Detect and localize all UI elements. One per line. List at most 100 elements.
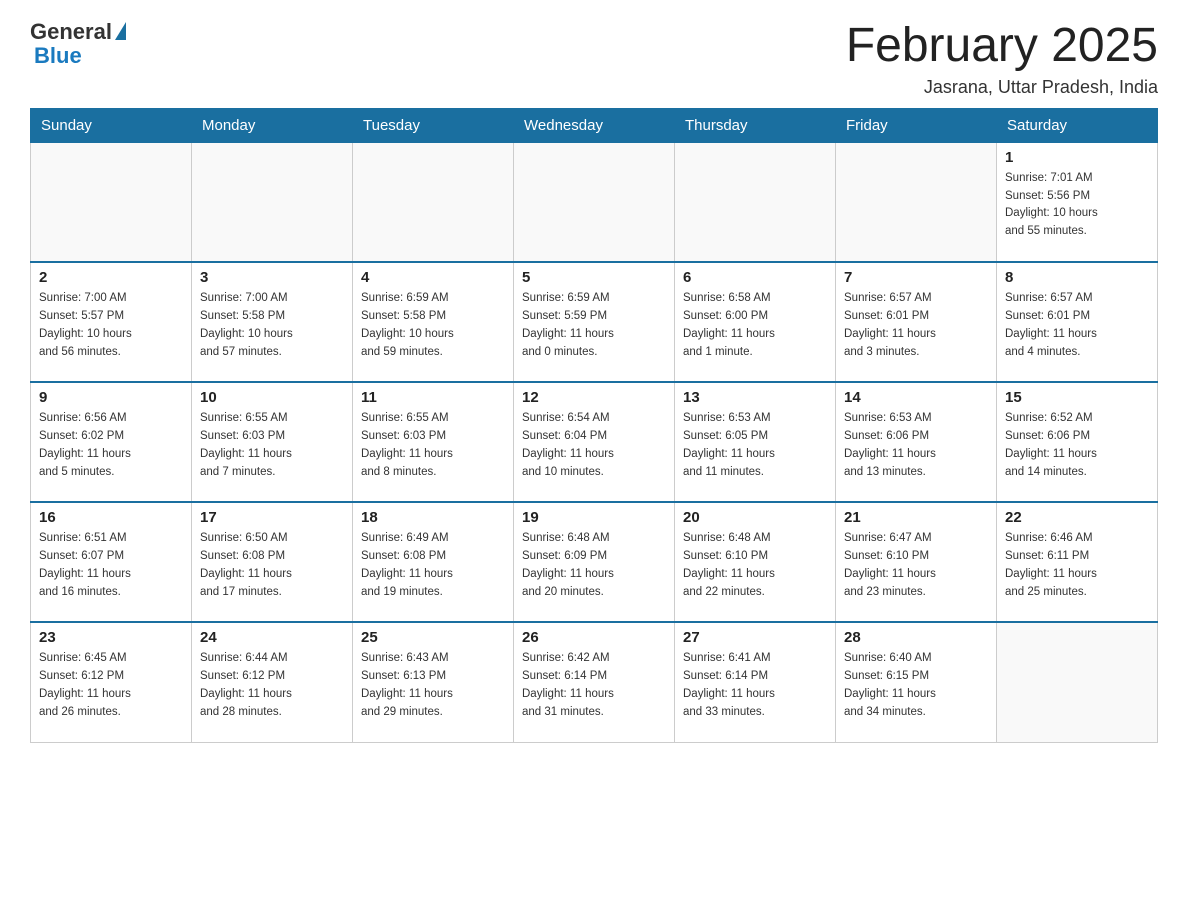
day-number: 25 — [361, 629, 505, 646]
day-number: 4 — [361, 269, 505, 286]
day-number: 27 — [683, 629, 827, 646]
calendar-cell: 22 Sunrise: 6:46 AMSunset: 6:11 PMDayligh… — [997, 502, 1158, 622]
day-info: Sunrise: 6:42 AMSunset: 6:14 PMDaylight:… — [522, 650, 666, 721]
day-number: 9 — [39, 389, 183, 406]
calendar-cell: 11 Sunrise: 6:55 AMSunset: 6:03 PMDayligh… — [353, 382, 514, 502]
day-number: 6 — [683, 269, 827, 286]
day-info: Sunrise: 6:56 AMSunset: 6:02 PMDaylight:… — [39, 410, 183, 481]
logo-general-text: General — [30, 20, 112, 44]
day-info: Sunrise: 6:46 AMSunset: 6:11 PMDaylight:… — [1005, 530, 1149, 601]
calendar-cell: 23 Sunrise: 6:45 AMSunset: 6:12 PMDayligh… — [31, 622, 192, 742]
day-number: 17 — [200, 509, 344, 526]
calendar-cell: 1Sunrise: 7:01 AMSunset: 5:56 PMDaylight… — [997, 142, 1158, 262]
day-number: 18 — [361, 509, 505, 526]
day-info: Sunrise: 6:40 AMSunset: 6:15 PMDaylight:… — [844, 650, 988, 721]
day-info: Sunrise: 6:41 AMSunset: 6:14 PMDaylight:… — [683, 650, 827, 721]
day-info: Sunrise: 6:43 AMSunset: 6:13 PMDaylight:… — [361, 650, 505, 721]
day-info: Sunrise: 7:00 AMSunset: 5:58 PMDaylight:… — [200, 290, 344, 361]
calendar-cell: 7 Sunrise: 6:57 AMSunset: 6:01 PMDaylight… — [836, 262, 997, 382]
day-number: 8 — [1005, 269, 1149, 286]
day-info: Sunrise: 6:55 AMSunset: 6:03 PMDaylight:… — [361, 410, 505, 481]
day-info: Sunrise: 6:59 AMSunset: 5:59 PMDaylight:… — [522, 290, 666, 361]
calendar-cell: 27 Sunrise: 6:41 AMSunset: 6:14 PMDayligh… — [675, 622, 836, 742]
calendar-cell: 24 Sunrise: 6:44 AMSunset: 6:12 PMDayligh… — [192, 622, 353, 742]
calendar-cell: 3 Sunrise: 7:00 AMSunset: 5:58 PMDaylight… — [192, 262, 353, 382]
calendar-cell: 28Sunrise: 6:40 AMSunset: 6:15 PMDayligh… — [836, 622, 997, 742]
calendar-cell: 4 Sunrise: 6:59 AMSunset: 5:58 PMDaylight… — [353, 262, 514, 382]
calendar-cell: 9 Sunrise: 6:56 AMSunset: 6:02 PMDaylight… — [31, 382, 192, 502]
day-info: Sunrise: 6:58 AMSunset: 6:00 PMDaylight:… — [683, 290, 827, 361]
day-number: 26 — [522, 629, 666, 646]
day-number: 10 — [200, 389, 344, 406]
day-info: Sunrise: 6:49 AMSunset: 6:08 PMDaylight:… — [361, 530, 505, 601]
calendar-cell — [836, 142, 997, 262]
day-number: 19 — [522, 509, 666, 526]
day-info: Sunrise: 7:00 AMSunset: 5:57 PMDaylight:… — [39, 290, 183, 361]
calendar-day-header: Thursday — [675, 108, 836, 142]
day-info: Sunrise: 6:44 AMSunset: 6:12 PMDaylight:… — [200, 650, 344, 721]
calendar-cell — [675, 142, 836, 262]
day-number: 21 — [844, 509, 988, 526]
calendar-header-row: SundayMondayTuesdayWednesdayThursdayFrid… — [31, 108, 1158, 142]
calendar-cell: 8 Sunrise: 6:57 AMSunset: 6:01 PMDaylight… — [997, 262, 1158, 382]
day-info: Sunrise: 6:48 AMSunset: 6:10 PMDaylight:… — [683, 530, 827, 601]
day-number: 22 — [1005, 509, 1149, 526]
day-info: Sunrise: 6:48 AMSunset: 6:09 PMDaylight:… — [522, 530, 666, 601]
calendar-day-header: Sunday — [31, 108, 192, 142]
calendar-cell: 20 Sunrise: 6:48 AMSunset: 6:10 PMDayligh… — [675, 502, 836, 622]
calendar-day-header: Friday — [836, 108, 997, 142]
calendar-cell: 21 Sunrise: 6:47 AMSunset: 6:10 PMDayligh… — [836, 502, 997, 622]
calendar-cell: 18 Sunrise: 6:49 AMSunset: 6:08 PMDayligh… — [353, 502, 514, 622]
day-number: 12 — [522, 389, 666, 406]
calendar-cell: 2 Sunrise: 7:00 AMSunset: 5:57 PMDaylight… — [31, 262, 192, 382]
calendar-cell: 13 Sunrise: 6:53 AMSunset: 6:05 PMDayligh… — [675, 382, 836, 502]
day-number: 2 — [39, 269, 183, 286]
day-info: Sunrise: 6:47 AMSunset: 6:10 PMDaylight:… — [844, 530, 988, 601]
location-text: Jasrana, Uttar Pradesh, India — [846, 77, 1158, 98]
day-number: 23 — [39, 629, 183, 646]
day-info: Sunrise: 6:45 AMSunset: 6:12 PMDaylight:… — [39, 650, 183, 721]
calendar-cell — [192, 142, 353, 262]
title-section: February 2025 Jasrana, Uttar Pradesh, In… — [846, 20, 1158, 98]
calendar-cell — [31, 142, 192, 262]
calendar-cell: 19 Sunrise: 6:48 AMSunset: 6:09 PMDayligh… — [514, 502, 675, 622]
calendar-cell: 16 Sunrise: 6:51 AMSunset: 6:07 PMDayligh… — [31, 502, 192, 622]
calendar-week-row: 9 Sunrise: 6:56 AMSunset: 6:02 PMDaylight… — [31, 382, 1158, 502]
calendar-cell — [997, 622, 1158, 742]
day-info: Sunrise: 6:59 AMSunset: 5:58 PMDaylight:… — [361, 290, 505, 361]
day-info: Sunrise: 6:54 AMSunset: 6:04 PMDaylight:… — [522, 410, 666, 481]
calendar-week-row: 2 Sunrise: 7:00 AMSunset: 5:57 PMDaylight… — [31, 262, 1158, 382]
logo-blue-text: Blue — [34, 44, 126, 68]
day-info: Sunrise: 6:53 AMSunset: 6:05 PMDaylight:… — [683, 410, 827, 481]
logo-triangle-icon — [115, 22, 126, 40]
calendar-cell — [353, 142, 514, 262]
day-info: Sunrise: 6:57 AMSunset: 6:01 PMDaylight:… — [1005, 290, 1149, 361]
calendar-cell: 14 Sunrise: 6:53 AMSunset: 6:06 PMDayligh… — [836, 382, 997, 502]
day-info: Sunrise: 6:52 AMSunset: 6:06 PMDaylight:… — [1005, 410, 1149, 481]
day-number: 1 — [1005, 149, 1149, 166]
day-number: 13 — [683, 389, 827, 406]
day-number: 16 — [39, 509, 183, 526]
day-info: Sunrise: 6:57 AMSunset: 6:01 PMDaylight:… — [844, 290, 988, 361]
month-title: February 2025 — [846, 20, 1158, 73]
logo: General Blue — [30, 20, 126, 68]
calendar-cell: 10Sunrise: 6:55 AMSunset: 6:03 PMDayligh… — [192, 382, 353, 502]
day-info: Sunrise: 6:51 AMSunset: 6:07 PMDaylight:… — [39, 530, 183, 601]
day-number: 24 — [200, 629, 344, 646]
calendar-cell: 6 Sunrise: 6:58 AMSunset: 6:00 PMDaylight… — [675, 262, 836, 382]
calendar-cell: 5 Sunrise: 6:59 AMSunset: 5:59 PMDaylight… — [514, 262, 675, 382]
page-header: General Blue February 2025 Jasrana, Utta… — [30, 20, 1158, 98]
calendar-week-row: 16 Sunrise: 6:51 AMSunset: 6:07 PMDayligh… — [31, 502, 1158, 622]
day-number: 7 — [844, 269, 988, 286]
day-number: 20 — [683, 509, 827, 526]
day-info: Sunrise: 6:53 AMSunset: 6:06 PMDaylight:… — [844, 410, 988, 481]
calendar-cell: 25 Sunrise: 6:43 AMSunset: 6:13 PMDayligh… — [353, 622, 514, 742]
day-number: 3 — [200, 269, 344, 286]
calendar-cell: 12 Sunrise: 6:54 AMSunset: 6:04 PMDayligh… — [514, 382, 675, 502]
day-number: 15 — [1005, 389, 1149, 406]
day-number: 11 — [361, 389, 505, 406]
day-number: 5 — [522, 269, 666, 286]
day-number: 14 — [844, 389, 988, 406]
calendar-cell: 17Sunrise: 6:50 AMSunset: 6:08 PMDayligh… — [192, 502, 353, 622]
calendar-day-header: Tuesday — [353, 108, 514, 142]
